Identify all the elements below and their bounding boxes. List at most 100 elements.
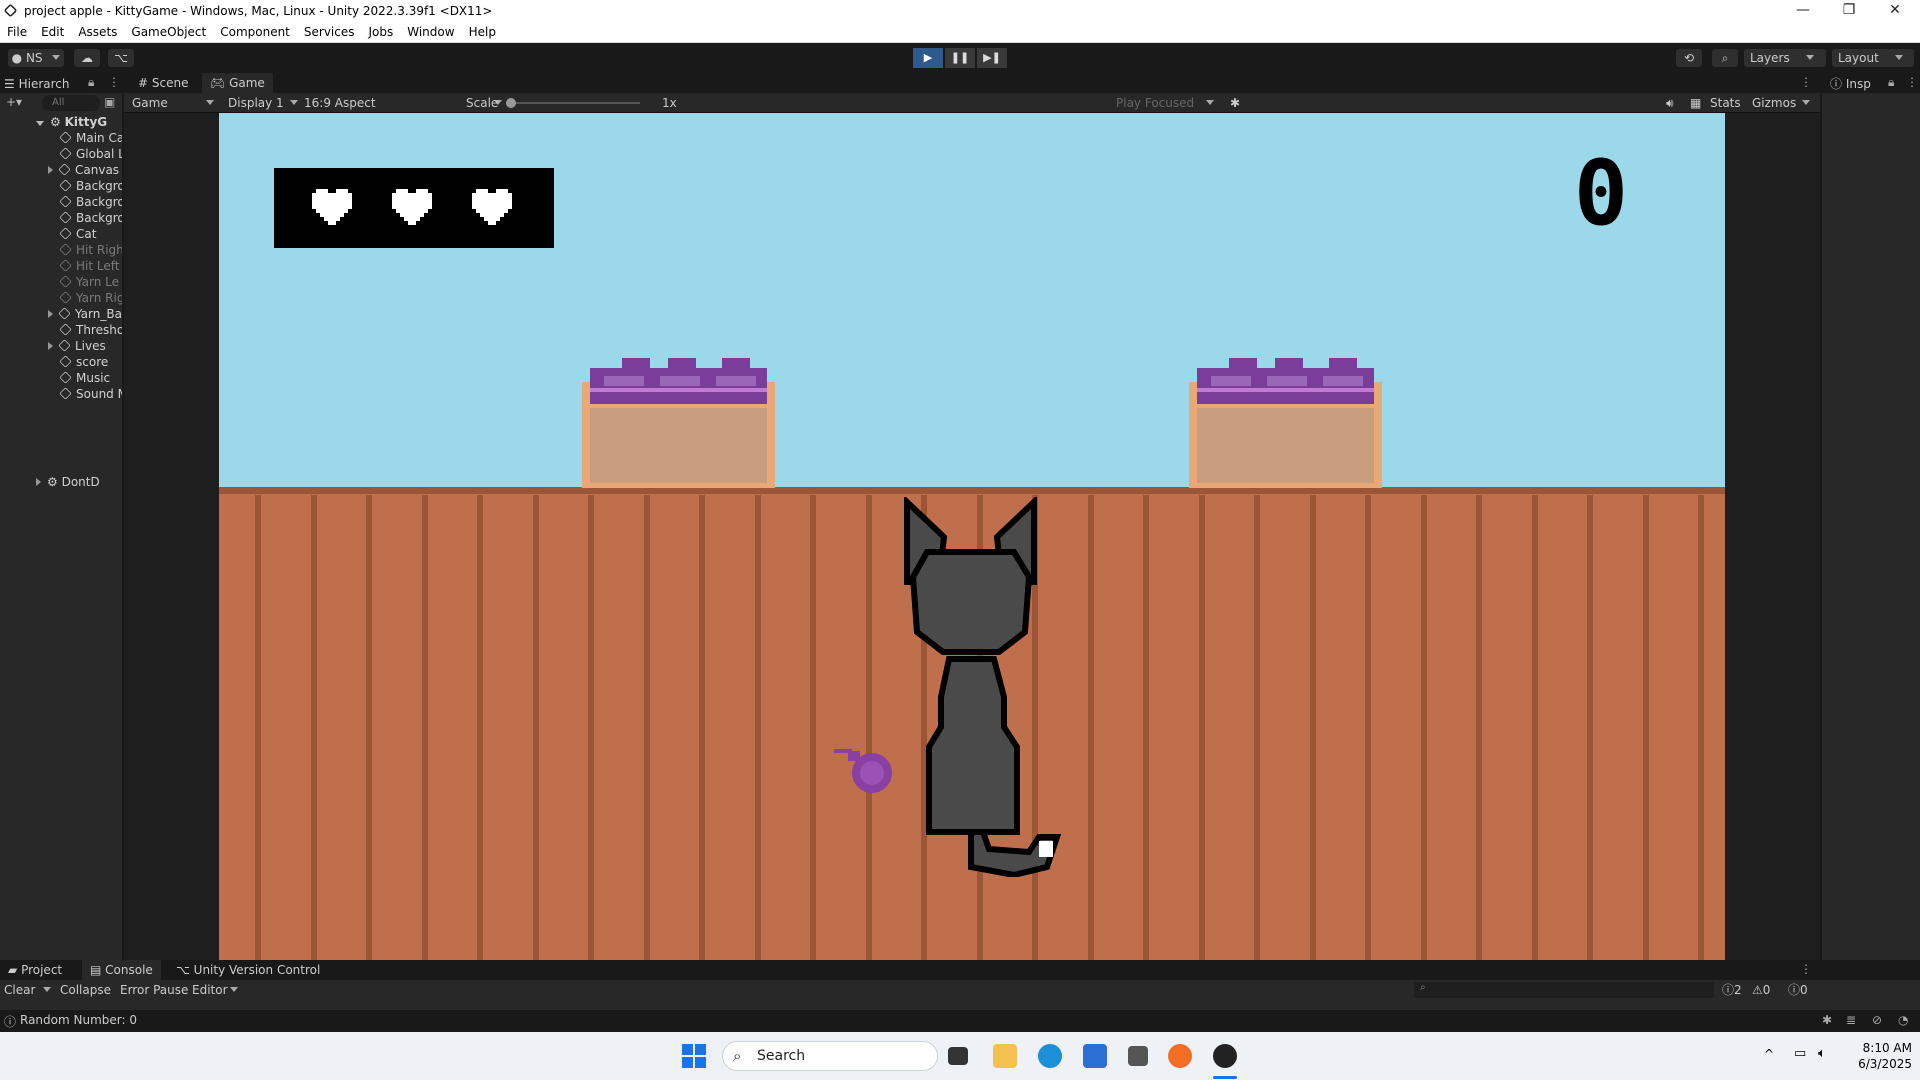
filter-icon[interactable]: ▣ [104, 95, 115, 109]
hierarchy-item[interactable]: Cat [0, 226, 122, 242]
game-viewport[interactable]: 0 [219, 113, 1725, 960]
hierarchy-item[interactable]: Yarn Le [0, 274, 122, 290]
menu-window[interactable]: Window [400, 22, 461, 39]
expand-arrow-icon[interactable] [48, 342, 53, 350]
tab-console[interactable]: ▤ Console [82, 960, 161, 980]
add-icon[interactable]: +▾ [6, 95, 22, 109]
edge-browser-icon[interactable] [1038, 1044, 1062, 1068]
menu-file[interactable]: File [0, 22, 34, 39]
lock-icon[interactable]: 🔒︎ [88, 75, 94, 90]
display-dropdown[interactable]: Display 1 [224, 94, 298, 112]
stats-icon[interactable]: ▦ [1686, 94, 1701, 112]
tab-game[interactable]: 🎮︎ Game [202, 73, 273, 93]
progress-icon[interactable]: ◔ [1898, 1013, 1908, 1027]
audio-icon[interactable]: 🔊︎ [1662, 94, 1674, 112]
hierarchy-item[interactable]: Backgro [0, 210, 122, 226]
fence-plank-gap [311, 495, 317, 960]
hierarchy-item[interactable]: Backgro [0, 194, 122, 210]
tab-hierarchy[interactable]: ☰ Hierarch [4, 75, 70, 93]
expand-arrow-icon[interactable] [48, 310, 53, 318]
expand-arrow-icon[interactable] [36, 478, 41, 486]
hierarchy-item[interactable]: score [0, 354, 122, 370]
status-message[interactable]: Random Number: 0 [20, 1013, 137, 1027]
collapse-button[interactable]: Collapse [60, 982, 111, 998]
account-dropdown[interactable]: ● NS [8, 49, 64, 67]
expand-arrow-icon[interactable] [36, 121, 44, 126]
taskbar-clock[interactable]: 8:10 AM 6/3/2025 [1840, 1040, 1912, 1072]
tab-project[interactable]: ▰ Project [0, 960, 70, 980]
network-icon[interactable]: ▭ [1794, 1046, 1806, 1061]
play-focused-dropdown[interactable]: Play Focused [1112, 94, 1222, 112]
menu-assets[interactable]: Assets [71, 22, 124, 39]
hierarchy-item[interactable]: Thresho [0, 322, 122, 338]
lock-icon[interactable]: 🔒︎ [1888, 75, 1894, 90]
menu-gameobject[interactable]: GameObject [124, 22, 213, 39]
minimize-button[interactable]: — [1780, 0, 1826, 22]
file-explorer-icon[interactable] [993, 1044, 1017, 1068]
network-icon[interactable]: ⊘ [1872, 1013, 1882, 1027]
gizmos-dropdown[interactable]: Gizmos [1748, 94, 1818, 112]
hierarchy-item[interactable]: Backgro [0, 178, 122, 194]
more-options-icon[interactable]: ⋮ [1800, 962, 1812, 976]
tab-scene[interactable]: # Scene [130, 73, 196, 93]
info-count-button[interactable]: ⓘ2 [1722, 982, 1742, 998]
debug-icon[interactable]: ✱ [1822, 1013, 1832, 1027]
cloud-icon[interactable]: ☁ [74, 49, 100, 67]
hierarchy-item[interactable]: Hit Left [0, 258, 122, 274]
clear-dropdown[interactable]: Clear [4, 982, 52, 998]
hierarchy-item[interactable]: Hit Righ [0, 242, 122, 258]
dont-destroy-item[interactable]: ⚙ DontD [0, 474, 122, 490]
scale-slider-track[interactable] [510, 102, 640, 104]
more-options-icon[interactable]: ⋮ [108, 75, 120, 89]
console-search-input[interactable]: ⌕ [1414, 982, 1714, 998]
scene-root-item[interactable]: ⚙ KittyG [0, 114, 122, 130]
firefox-icon[interactable] [1168, 1044, 1192, 1068]
hierarchy-item[interactable]: Main Ca [0, 130, 122, 146]
step-button[interactable]: ▶❚ [977, 48, 1007, 68]
search-icon[interactable]: ⌕ [1712, 49, 1738, 67]
expand-arrow-icon[interactable] [48, 166, 53, 174]
more-options-icon[interactable]: ⋮ [1906, 75, 1918, 89]
layout-dropdown[interactable]: Layout [1832, 49, 1914, 67]
volume-icon[interactable]: 🔈︎ [1818, 1046, 1826, 1061]
hierarchy-item[interactable]: Yarn_Ba [0, 306, 122, 322]
menu-jobs[interactable]: Jobs [362, 22, 401, 39]
scale-slider-handle[interactable] [506, 98, 516, 108]
hierarchy-item[interactable]: Global L [0, 146, 122, 162]
hierarchy-item[interactable]: Yarn Rig [0, 290, 122, 306]
chevron-up-icon[interactable]: ^ [1764, 1047, 1774, 1061]
version-control-icon[interactable]: ⌥ [108, 49, 134, 67]
hierarchy-search-input[interactable]: All [42, 95, 100, 111]
maximize-button[interactable]: ❐ [1826, 0, 1872, 22]
hierarchy-item[interactable]: Canvas [0, 162, 122, 178]
hierarchy-item[interactable]: Sound M [0, 386, 122, 402]
warning-count-button[interactable]: ⚠0 [1752, 982, 1770, 998]
tab-unity-version-control[interactable]: ⌥ Unity Version Control [168, 960, 328, 980]
play-button[interactable]: ▶ [913, 48, 943, 68]
history-icon[interactable]: ⟲ [1676, 49, 1702, 67]
more-options-icon[interactable]: ⋮ [1800, 75, 1812, 89]
bug-icon[interactable]: ✱ [1226, 94, 1240, 112]
menu-component[interactable]: Component [213, 22, 297, 39]
unity-hub-icon[interactable] [1128, 1046, 1148, 1066]
windows-start-icon[interactable] [682, 1044, 706, 1068]
taskbar-search-input[interactable]: ⌕ Search [722, 1041, 938, 1071]
game-mode-dropdown[interactable]: Game [128, 94, 216, 112]
hierarchy-item[interactable]: Music [0, 370, 122, 386]
stats-button[interactable]: Stats [1706, 94, 1741, 112]
unity-editor-icon[interactable] [1213, 1044, 1237, 1068]
tab-inspector[interactable]: ⓘ Insp [1830, 75, 1871, 93]
menu-services[interactable]: Services [297, 22, 362, 39]
close-button[interactable]: ✕ [1872, 0, 1918, 22]
layers-dropdown[interactable]: Layers [1744, 49, 1826, 67]
menu-edit[interactable]: Edit [34, 22, 71, 39]
error-pause-button[interactable]: Error Pause [120, 982, 188, 998]
database-icon[interactable]: ≣ [1846, 1013, 1856, 1027]
microsoft-store-icon[interactable] [1083, 1044, 1107, 1068]
editor-dropdown[interactable]: Editor [192, 982, 238, 998]
hierarchy-item[interactable]: Lives [0, 338, 122, 354]
pause-button[interactable]: ❚❚ [945, 48, 975, 68]
task-view-icon[interactable] [948, 1047, 968, 1065]
error-count-button[interactable]: ⓘ0 [1788, 982, 1808, 998]
menu-help[interactable]: Help [462, 22, 503, 39]
